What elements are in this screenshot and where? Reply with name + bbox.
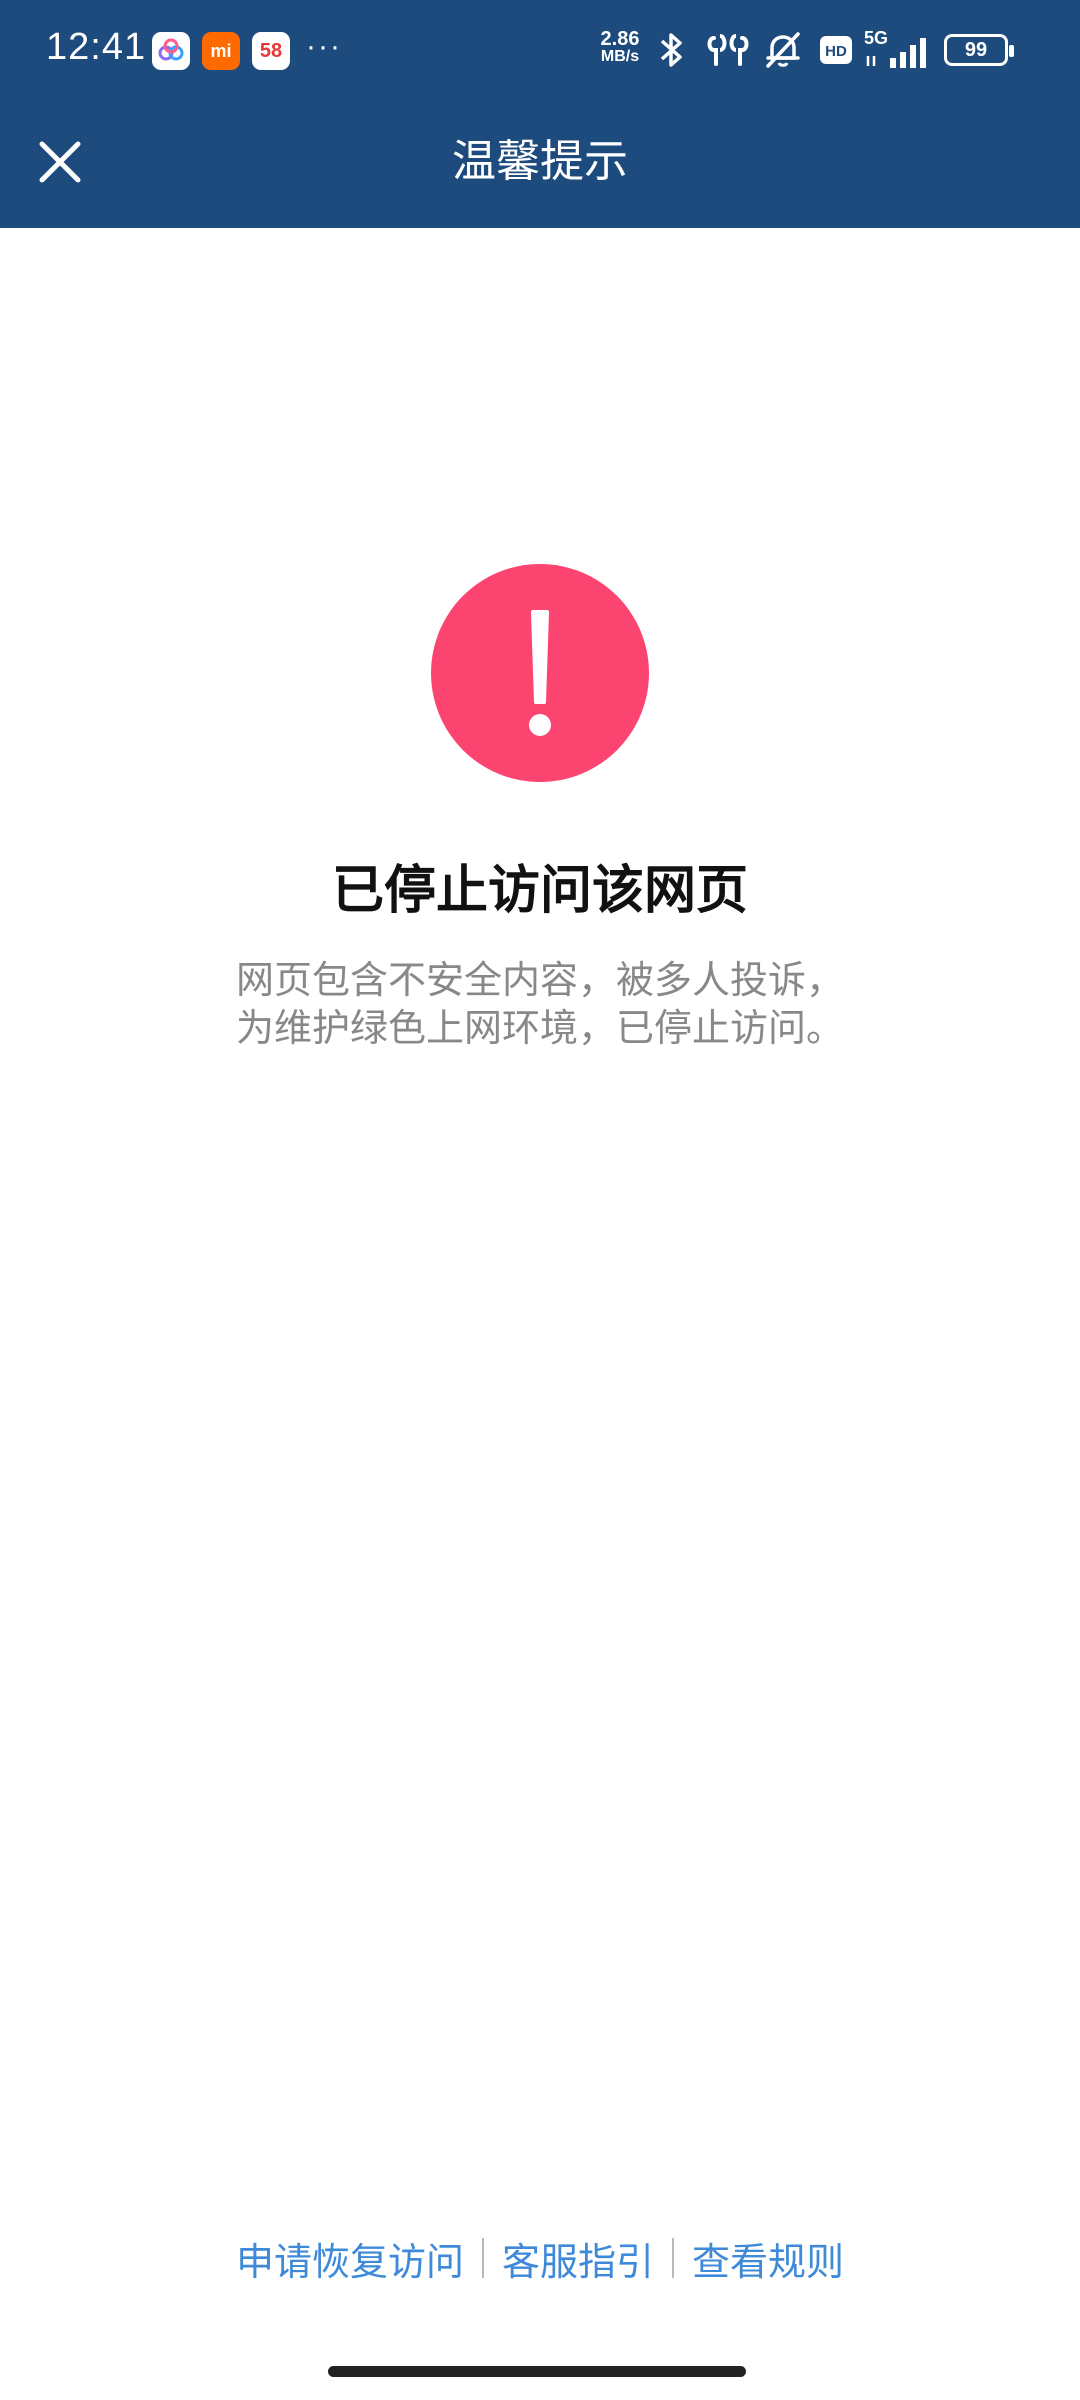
header: 12:41 mi 58 ··· 2.86 MB/s HD 5G 99 温馨提示: [0, 0, 1080, 228]
blocked-headline: 已停止访问该网页: [331, 861, 748, 921]
network-speed: 2.86 MB/s: [592, 28, 648, 66]
blocked-description: 网页包含不安全内容，被多人投诉， 为维护绿色上网环境，已停止访问。: [140, 956, 940, 1052]
hd-icon: HD: [820, 36, 852, 64]
earbuds-icon: [707, 34, 749, 66]
cloud-app-icon: [152, 32, 190, 70]
status-time: 12:41: [46, 26, 147, 68]
signal-icon: [866, 38, 926, 68]
description-line-2: 为维护绿色上网环境，已停止访问。: [235, 1006, 844, 1050]
home-indicator[interactable]: [328, 2366, 746, 2377]
bluetooth-icon: [660, 33, 682, 67]
description-line-1: 网页包含不安全内容，被多人投诉，: [235, 958, 844, 1002]
app-58-icon: 58: [252, 32, 290, 70]
app-58-label: 58: [259, 39, 283, 62]
mute-bell-icon: [766, 32, 800, 68]
network-speed-unit: MB/s: [600, 48, 640, 65]
request-restore-link[interactable]: 申请恢复访问: [226, 2231, 474, 2286]
link-divider: [672, 2238, 674, 2278]
more-notifications-icon: ···: [306, 30, 342, 63]
status-bar: 12:41 mi 58 ··· 2.86 MB/s HD 5G 99: [0, 0, 1080, 100]
close-icon: [39, 141, 81, 183]
mi-app-label: mi: [210, 40, 232, 61]
close-button[interactable]: [20, 122, 100, 202]
customer-service-guide-link[interactable]: 客服指引: [492, 2231, 664, 2286]
mi-app-icon: mi: [202, 32, 240, 70]
hd-icon-label: HD: [825, 43, 847, 60]
view-rules-link[interactable]: 查看规则: [682, 2231, 854, 2286]
title-bar: 温馨提示: [0, 100, 1080, 228]
network-speed-value: 2.86: [600, 28, 640, 50]
battery-icon: 99: [944, 34, 1014, 66]
battery-level: 99: [964, 38, 988, 61]
footer-links: 申请恢复访问 客服指引 查看规则: [0, 2228, 1080, 2288]
page-title: 温馨提示: [452, 136, 628, 187]
exclamation-icon: [431, 564, 649, 782]
link-divider: [481, 2238, 484, 2278]
